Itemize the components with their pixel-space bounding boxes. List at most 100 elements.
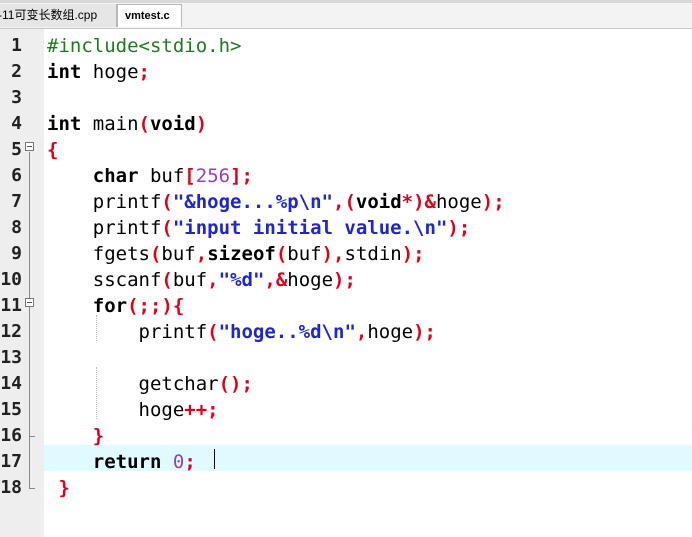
code-line[interactable]: 8 printf("input initial value.\n"); bbox=[0, 215, 692, 241]
code-text: int main(void) bbox=[47, 111, 207, 137]
code-text: printf("&hoge...%p\n",(void*)&hoge); bbox=[47, 189, 505, 215]
code-line[interactable]: 17 return 0; bbox=[0, 449, 692, 475]
tab-vmtest[interactable]: vmtest.c bbox=[117, 4, 182, 27]
line-number: 7 bbox=[11, 191, 22, 212]
code-line[interactable]: 9 fgets(buf,sizeof(buf),stdin); bbox=[0, 241, 692, 267]
tab-label: vmtest.c bbox=[125, 10, 170, 22]
code-line[interactable]: 10 sscanf(buf,"%d",&hoge); bbox=[0, 267, 692, 293]
code-token: hoge bbox=[47, 399, 185, 421]
line-number: 14 bbox=[0, 373, 22, 394]
line-number: 4 bbox=[11, 113, 22, 134]
code-token: for bbox=[92, 295, 128, 317]
code-token: 256 bbox=[195, 165, 231, 187]
line-number: 15 bbox=[0, 399, 22, 420]
code-line[interactable]: 4 int main(void) bbox=[0, 111, 692, 137]
code-text: hoge++; bbox=[47, 397, 219, 423]
code-token: buf bbox=[172, 269, 208, 291]
code-line[interactable]: 16 } bbox=[0, 423, 692, 449]
code-text: } bbox=[47, 475, 69, 501]
code-line[interactable]: 7 printf("&hoge...%p\n",(void*)&hoge); bbox=[0, 189, 692, 215]
code-token: "&hoge...%p\n" bbox=[172, 191, 333, 213]
line-number: 6 bbox=[11, 165, 22, 186]
code-line[interactable]: 11 for(;;){ bbox=[0, 293, 692, 319]
code-token: ( bbox=[138, 113, 150, 135]
code-token: sizeof bbox=[207, 243, 276, 265]
code-token: return bbox=[92, 451, 162, 473]
line-number: 5 bbox=[11, 139, 22, 160]
line-number: 17 bbox=[0, 451, 22, 472]
code-token: int bbox=[47, 61, 82, 83]
code-token: , bbox=[355, 321, 368, 343]
code-token: "input initial value.\n" bbox=[172, 217, 448, 239]
code-token: hoge bbox=[367, 321, 414, 343]
code-line[interactable]: 2 int hoge; bbox=[0, 59, 692, 85]
code-token: ]; bbox=[230, 165, 253, 187]
code-token: } bbox=[92, 425, 105, 447]
code-text: sscanf(buf,"%d",&hoge); bbox=[47, 267, 356, 293]
code-line[interactable]: 13 bbox=[0, 345, 692, 371]
code-token: ( bbox=[161, 191, 173, 213]
indent-guide bbox=[96, 367, 98, 419]
tab-bar-top-border bbox=[0, 0, 692, 3]
text-cursor bbox=[214, 449, 215, 469]
line-number: 16 bbox=[0, 425, 22, 446]
line-number: 2 bbox=[11, 61, 22, 82]
code-text: return 0; bbox=[47, 449, 196, 475]
indent-guide bbox=[96, 315, 98, 341]
code-token: buf bbox=[287, 243, 322, 265]
fold-end-main bbox=[29, 488, 35, 489]
code-token: #include<stdio.h> bbox=[47, 35, 242, 57]
line-number: 18 bbox=[0, 477, 22, 498]
code-text: printf("input initial value.\n"); bbox=[47, 215, 471, 241]
tab-bar: -11可变长数组.cpp vmtest.c bbox=[0, 0, 692, 29]
code-text: for(;;){ bbox=[47, 293, 185, 319]
code-token: (); bbox=[218, 373, 253, 395]
code-token: char bbox=[92, 165, 139, 187]
code-token: sscanf bbox=[47, 269, 162, 291]
line-number: 8 bbox=[11, 217, 22, 238]
code-token: printf bbox=[47, 191, 162, 213]
code-line[interactable]: 1 #include<stdio.h> bbox=[0, 33, 692, 59]
code-line[interactable]: 15 hoge++; bbox=[0, 397, 692, 423]
code-token: ( bbox=[275, 243, 288, 265]
code-token: ) bbox=[195, 113, 208, 135]
code-token: ( bbox=[207, 321, 219, 343]
code-token: ,( bbox=[333, 191, 356, 213]
fold-toggle-main-icon[interactable] bbox=[25, 142, 34, 151]
fold-end-for bbox=[29, 436, 35, 437]
code-line[interactable]: 18 } bbox=[0, 475, 692, 501]
line-number: 1 bbox=[11, 35, 22, 56]
code-token: "hoge..%d\n" bbox=[218, 321, 356, 343]
code-token: , bbox=[207, 269, 219, 291]
code-token: ); bbox=[413, 321, 436, 343]
code-token: ); bbox=[401, 243, 425, 265]
line-number: 11 bbox=[0, 295, 22, 316]
code-token: , bbox=[195, 243, 208, 265]
code-line[interactable]: 6 char buf[256]; bbox=[0, 163, 692, 189]
code-token: ( bbox=[149, 243, 162, 265]
code-token: main bbox=[81, 113, 139, 135]
tab-file-cpp[interactable]: -11可变长数组.cpp bbox=[0, 4, 117, 27]
code-token: ); bbox=[333, 269, 356, 291]
line-number: 12 bbox=[0, 321, 22, 342]
line-number: 9 bbox=[11, 243, 22, 264]
code-line[interactable]: 5{ bbox=[0, 137, 692, 163]
code-token: ( bbox=[161, 217, 173, 239]
code-token: buf bbox=[161, 243, 196, 265]
code-line[interactable]: 3 bbox=[0, 85, 692, 111]
code-token: getchar bbox=[47, 373, 219, 395]
fold-toggle-for-icon[interactable] bbox=[25, 298, 34, 307]
fold-line-main bbox=[29, 152, 30, 488]
code-line[interactable]: 14 getchar(); bbox=[0, 371, 692, 397]
code-token: ++; bbox=[184, 399, 219, 421]
code-token: { bbox=[47, 139, 59, 161]
code-line[interactable]: 12 printf("hoge..%d\n",hoge); bbox=[0, 319, 692, 345]
code-text: char buf[256]; bbox=[47, 163, 253, 189]
code-token: ; bbox=[138, 61, 150, 83]
line-number: 3 bbox=[11, 87, 22, 108]
